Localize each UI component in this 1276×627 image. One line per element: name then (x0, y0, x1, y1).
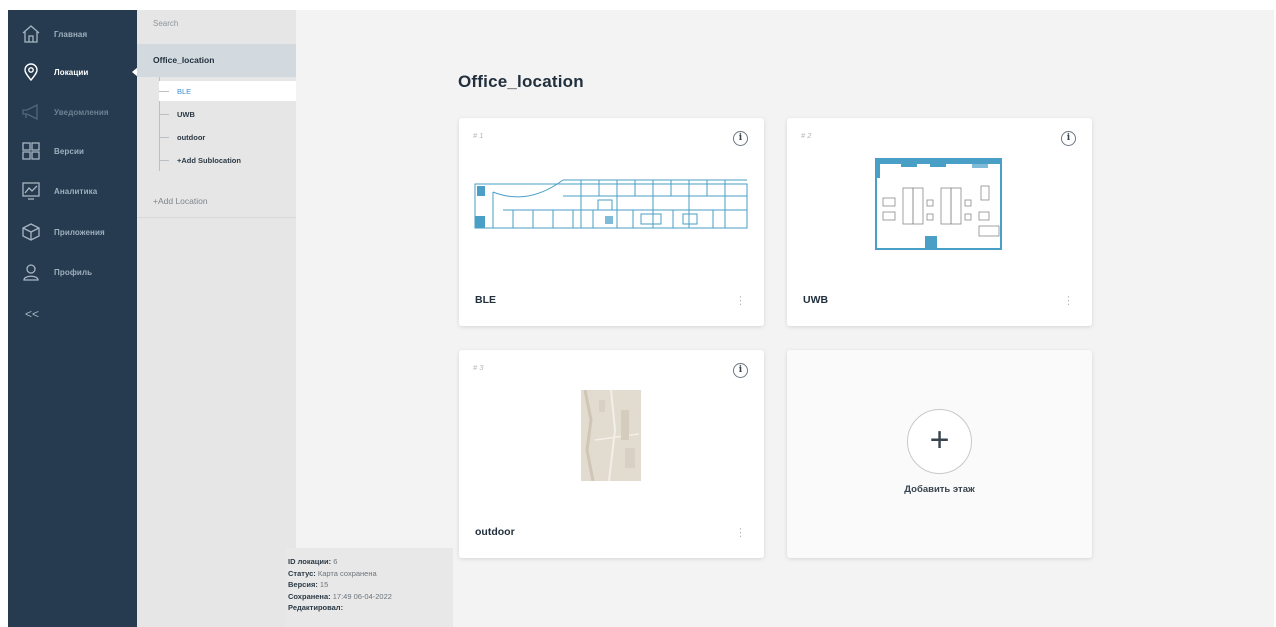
box-icon (8, 222, 54, 242)
grid-icon (8, 141, 54, 161)
add-floor-button[interactable]: + (907, 409, 972, 474)
tree-item-uwb[interactable]: UWB (159, 104, 296, 124)
chart-icon (8, 181, 54, 201)
collapse-sidebar-button[interactable]: << (25, 307, 39, 321)
more-menu-icon[interactable]: ⋮ (735, 528, 746, 539)
nav-label-analytics: Аналитика (54, 186, 98, 196)
nav-item-analytics[interactable]: Аналитика (8, 174, 137, 208)
location-id: 6 (333, 557, 338, 566)
more-menu-icon[interactable]: ⋮ (1063, 296, 1074, 307)
info-icon[interactable]: i (1061, 131, 1076, 146)
map-thumbnail (581, 390, 641, 481)
info-icon[interactable]: i (733, 363, 748, 378)
info-icon[interactable]: i (733, 131, 748, 146)
nav-label-home: Главная (54, 29, 88, 39)
floor-name: BLE (475, 294, 496, 306)
nav-item-apps[interactable]: Приложения (8, 215, 137, 249)
tree-children: BLE UWB outdoor +Add Sublocation (137, 77, 296, 177)
tree-item-ble[interactable]: BLE (159, 81, 296, 101)
nav-item-notifications[interactable]: Уведомления (8, 95, 137, 129)
floor-number: # 1 (473, 131, 484, 140)
nav-item-profile[interactable]: Профиль (8, 255, 137, 289)
add-location-button[interactable]: +Add Location (153, 196, 208, 206)
floor-card-uwb[interactable]: # 2 i UWB ⋮ (787, 118, 1092, 326)
user-icon (8, 262, 54, 282)
tree-item-outdoor[interactable]: outdoor (159, 127, 296, 147)
add-sublocation-button[interactable]: +Add Sublocation (159, 150, 296, 170)
location-info-panel: ID локации: 6 Статус: Карта сохранена Ве… (286, 548, 453, 627)
floor-name: outdoor (475, 526, 515, 538)
nav-label-notifications: Уведомления (54, 107, 109, 117)
location-version: 15 (319, 580, 329, 589)
tree-root-location[interactable]: Office_location (137, 44, 296, 77)
tree-search-input[interactable]: Search (137, 10, 296, 44)
nav-label-profile: Профиль (54, 267, 93, 277)
nav-item-locations[interactable]: Локации (8, 55, 138, 89)
nav-item-home[interactable]: Главная (8, 17, 137, 51)
nav-label-locations: Локации (54, 67, 89, 77)
floor-plan-thumbnail (474, 179, 748, 229)
divider (137, 217, 296, 218)
nav-label-versions: Версии (54, 146, 84, 156)
floor-card-ble[interactable]: # 1 i BLE ⋮ (459, 118, 764, 326)
page-title: Office_location (458, 72, 584, 91)
floor-card-outdoor[interactable]: # 3 i outdoor ⋮ (459, 350, 764, 558)
add-floor-card[interactable]: + Добавить этаж (787, 350, 1092, 558)
nav-item-versions[interactable]: Версии (8, 134, 137, 168)
location-pin-icon (8, 62, 54, 82)
nav-label-apps: Приложения (54, 227, 105, 237)
sidebar: Главная Локации Уведомления Версии Анали… (8, 10, 138, 627)
floor-number: # 3 (473, 363, 484, 372)
saved-time: 17:49 06-04-2022 (332, 591, 392, 601)
more-menu-icon[interactable]: ⋮ (735, 296, 746, 307)
megaphone-icon (8, 102, 54, 122)
floor-number: # 2 (801, 131, 812, 140)
floor-plan-thumbnail (875, 158, 1002, 250)
location-status: Карта сохранена (317, 568, 377, 578)
home-icon (8, 24, 54, 44)
add-floor-label: Добавить этаж (904, 484, 975, 495)
floor-name: UWB (803, 294, 829, 306)
location-tree-panel: Search Office_location BLE UWB outdoor +… (137, 10, 296, 627)
